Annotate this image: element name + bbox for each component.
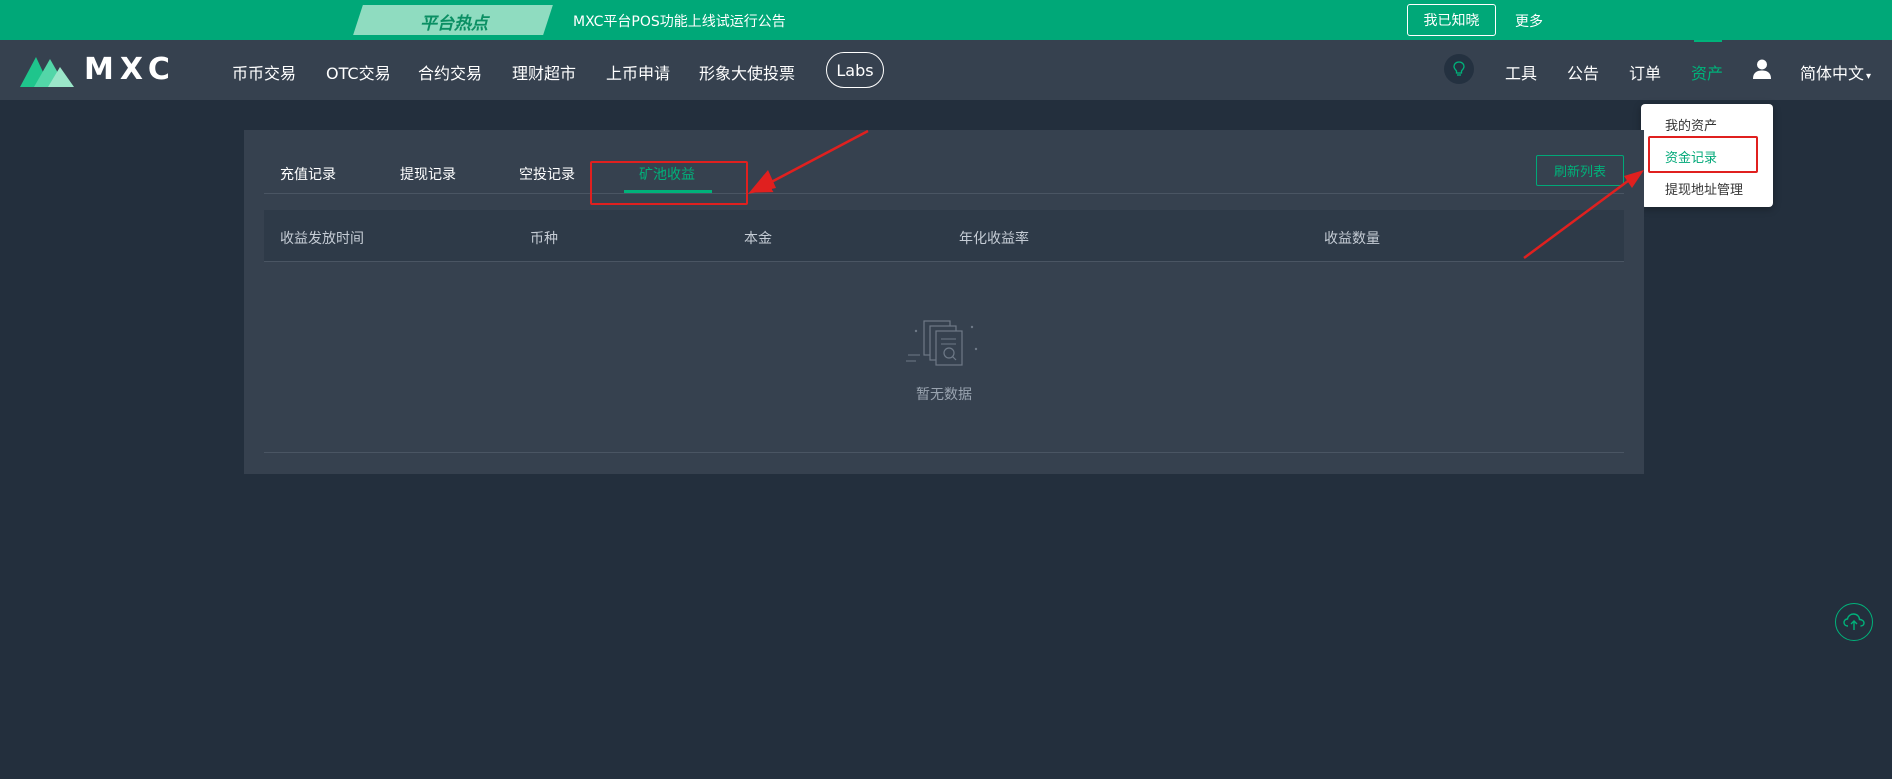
tab-withdraw-records[interactable]: 提现记录 [400,164,456,184]
bulb-glyph [1453,61,1465,76]
dismiss-announcement-button[interactable]: 我已知晓 [1407,4,1496,36]
menu-item-withdraw-address[interactable]: 提现地址管理 [1665,179,1743,198]
nav-assets[interactable]: 资产 [1691,60,1723,84]
cloud-upload-icon [1843,613,1865,630]
tab-deposit-records[interactable]: 充值记录 [280,164,336,184]
logo[interactable]: MXC [20,52,176,87]
language-label: 简体中文 [1800,64,1865,83]
nav-tools[interactable]: 工具 [1505,60,1537,84]
annotation-box-pool-earnings [590,161,748,205]
main-header: MXC 币币交易 OTC交易 合约交易 理财超市 上币申请 形象大使投票 Lab… [0,40,1892,100]
column-header-earnings: 收益数量 [1324,231,1380,247]
nav-finance-market[interactable]: 理财超市 [512,60,576,84]
annotation-box-fund-records [1648,136,1758,173]
table-header: 收益发放时间 币种 本金 年化收益率 收益数量 [264,210,1624,262]
tab-airdrop-records[interactable]: 空投记录 [519,164,575,184]
logo-text: MXC [84,52,176,87]
nav-ambassador-vote[interactable]: 形象大使投票 [699,60,795,84]
caret-down-icon: ▾ [1866,71,1872,82]
language-selector[interactable]: 简体中文 ▾ [1800,60,1871,84]
logo-mark-icon [20,56,74,87]
hot-tag-label: 平台热点 [420,14,488,34]
column-header-currency: 币种 [530,231,558,247]
nav-announcements[interactable]: 公告 [1567,60,1599,84]
active-nav-indicator [1694,40,1722,42]
labs-button[interactable]: Labs [826,52,884,88]
column-header-principal: 本金 [744,231,772,247]
refresh-list-button[interactable]: 刷新列表 [1536,155,1624,186]
cloud-upload-button[interactable] [1835,603,1873,641]
nav-listing-application[interactable]: 上币申请 [606,60,670,84]
nav-orders[interactable]: 订单 [1629,60,1661,84]
bulb-icon[interactable] [1444,54,1474,84]
menu-item-my-assets[interactable]: 我的资产 [1665,115,1717,134]
nav-contract-trading[interactable]: 合约交易 [418,60,482,84]
more-announcements-link[interactable]: 更多 [1515,11,1543,31]
nav-spot-trading[interactable]: 币币交易 [232,60,296,84]
user-icon[interactable] [1751,58,1773,80]
records-panel: 充值记录 提现记录 空投记录 矿池收益 刷新列表 收益发放时间 币种 本金 年化… [244,130,1644,474]
empty-data-text: 暂无数据 [916,387,972,403]
announcement-bar: 平台热点 MXC平台POS功能上线试运行公告 我已知晓 更多 [0,0,1892,40]
column-header-time: 收益发放时间 [280,231,364,247]
announcement-text[interactable]: MXC平台POS功能上线试运行公告 [573,11,786,31]
column-header-annual-rate: 年化收益率 [959,231,1029,247]
records-tab-bar [264,130,1624,194]
empty-data-icon [906,320,978,366]
nav-otc-trading[interactable]: OTC交易 [326,60,391,84]
